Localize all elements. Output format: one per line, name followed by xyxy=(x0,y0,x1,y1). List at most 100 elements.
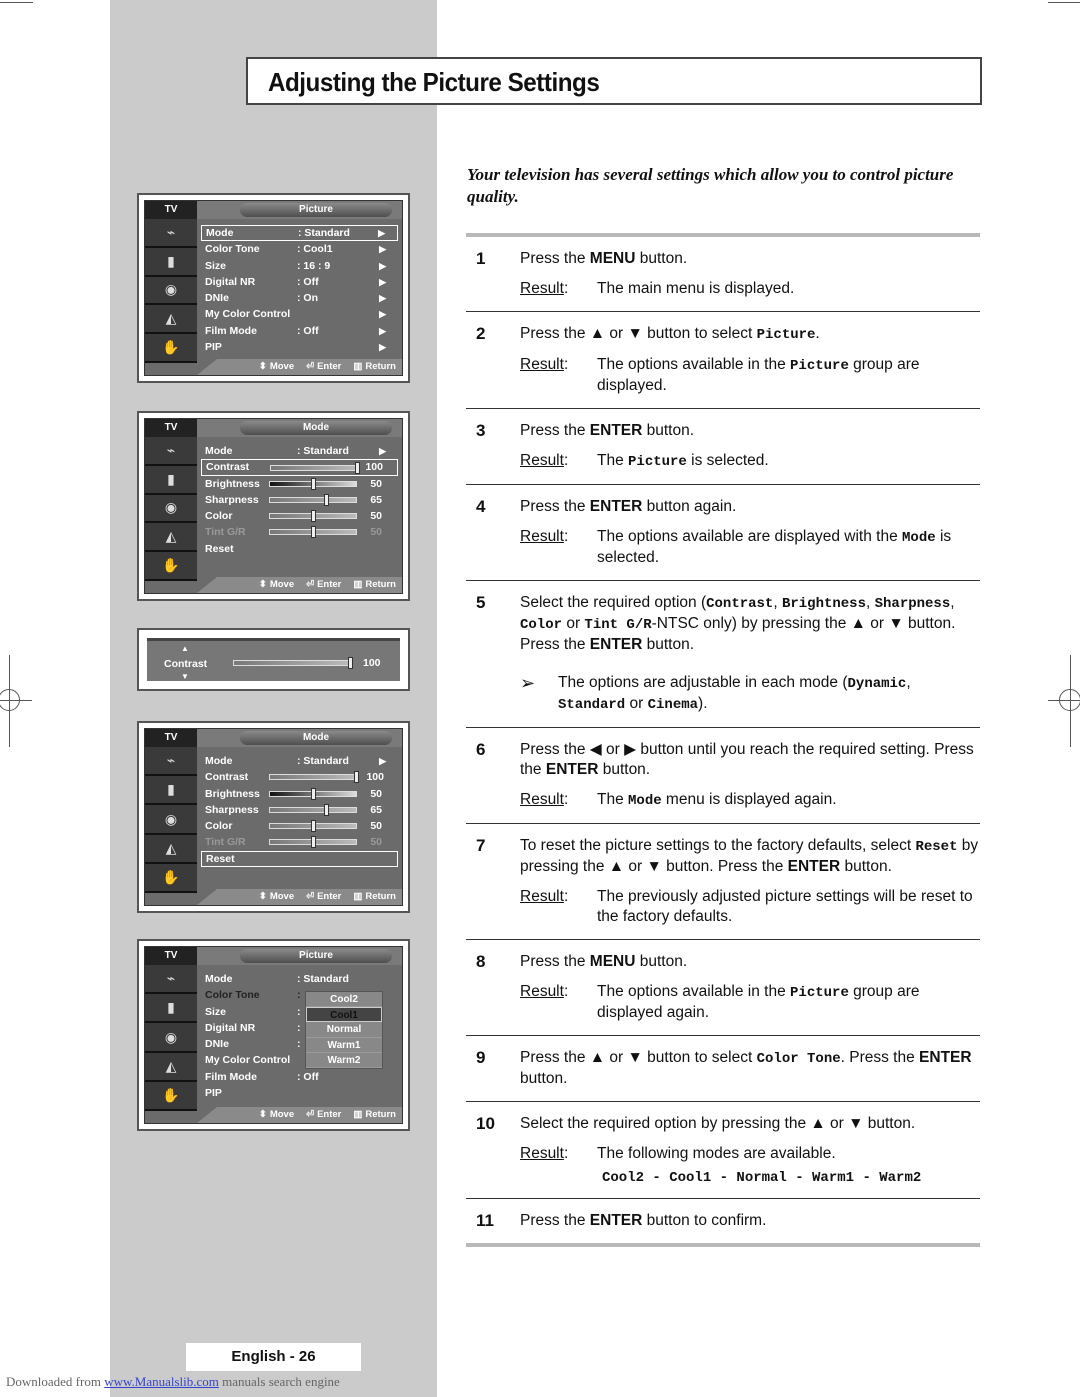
picture-icon[interactable]: ▮ xyxy=(145,994,197,1024)
step-instruction: Press the ENTER button to confirm. xyxy=(520,1212,767,1229)
slider-label: Tint G/R xyxy=(205,836,246,849)
slider-knob[interactable] xyxy=(311,787,316,800)
slider-row[interactable]: Tint G/R 50 xyxy=(201,834,398,850)
dropdown-option[interactable]: Cool2 xyxy=(306,992,382,1008)
slider-label: Contrast xyxy=(206,461,250,474)
slider-knob[interactable] xyxy=(311,836,316,849)
menu-item-reset[interactable]: Reset xyxy=(201,541,398,557)
menu-item-value: : Off xyxy=(297,324,319,337)
value-slider[interactable] xyxy=(269,477,357,490)
step-result: Result: The previously adjusted picture s… xyxy=(520,887,980,927)
step-result: Result: The main menu is displayed. xyxy=(520,279,980,299)
slider-value: 50 xyxy=(370,787,382,800)
slider-row[interactable]: Color 50 xyxy=(201,508,398,524)
menu-item-value: : On xyxy=(297,292,318,305)
menu-item[interactable]: PIP ▶ xyxy=(201,339,398,355)
slider-knob[interactable] xyxy=(323,493,329,506)
slider-knob[interactable] xyxy=(348,657,353,669)
dropdown-option[interactable]: Cool1 xyxy=(306,1007,382,1023)
menu-item[interactable]: My Color Control ▶ xyxy=(201,306,398,322)
sound-icon[interactable]: ◉ xyxy=(145,277,197,306)
slider-row[interactable]: Brightness 50 xyxy=(201,786,398,802)
menu-item[interactable]: Film Mode: Off ▶ xyxy=(201,323,398,339)
menu-item-mode[interactable]: Mode: Standard ▶ xyxy=(201,443,398,459)
menu-item[interactable]: PIP xyxy=(201,1085,398,1101)
channel-icon[interactable]: ◭ xyxy=(145,523,197,553)
slider-value: 65 xyxy=(370,803,382,816)
sound-icon[interactable]: ◉ xyxy=(145,1023,197,1053)
dropdown-option[interactable]: Warm1 xyxy=(306,1038,382,1053)
input-icon[interactable]: ⌁ xyxy=(145,437,197,466)
picture-icon[interactable]: ▮ xyxy=(145,776,197,806)
enter-icon: ⏎ xyxy=(306,891,315,902)
value-slider[interactable] xyxy=(269,526,357,539)
channel-icon[interactable]: ◭ xyxy=(145,305,197,335)
value-slider[interactable] xyxy=(269,771,359,784)
sound-icon[interactable]: ◉ xyxy=(145,805,197,835)
slider-row[interactable]: Sharpness 65 xyxy=(201,802,398,818)
setup-icon[interactable]: ✋ xyxy=(145,552,197,581)
manualslib-link[interactable]: www.Manualslib.com xyxy=(104,1374,219,1389)
channel-icon[interactable]: ◭ xyxy=(145,1053,197,1082)
value-slider[interactable] xyxy=(269,836,357,849)
slider-row[interactable]: Contrast 100 xyxy=(201,769,398,785)
setup-icon[interactable]: ✋ xyxy=(145,1082,197,1112)
value-slider[interactable] xyxy=(269,820,357,833)
value-slider[interactable] xyxy=(269,803,357,816)
result-text: The options available are displayed with… xyxy=(597,528,952,566)
menu-item[interactable]: Color Tone: Cool1 ▶ xyxy=(201,241,398,257)
input-icon[interactable]: ⌁ xyxy=(145,747,197,777)
menu-item[interactable]: Mode: Standard ▶ xyxy=(201,225,398,242)
slider-row[interactable]: Brightness 50 xyxy=(201,476,398,492)
setup-icon[interactable]: ✋ xyxy=(145,864,197,894)
slider-knob[interactable] xyxy=(311,526,316,539)
slider-row[interactable]: Contrast 100 xyxy=(201,459,398,476)
result-label: Result: xyxy=(520,528,569,545)
menu-item[interactable]: Size: 16 : 9 ▶ xyxy=(201,258,398,274)
step-result: Result: The options available in the Pict… xyxy=(520,355,980,396)
chevron-right-icon: ▶ xyxy=(379,309,386,320)
step-note: ➢ The options are adjustable in each mode… xyxy=(520,673,980,715)
slider-row[interactable]: Tint G/R 50 xyxy=(201,524,398,540)
value-slider[interactable] xyxy=(269,493,357,506)
sound-icon[interactable]: ◉ xyxy=(145,495,197,524)
setup-icon[interactable]: ✋ xyxy=(145,334,197,363)
step-item: 4 Press the ENTER button again. Result: The… xyxy=(466,485,980,581)
dropdown-option[interactable]: Normal xyxy=(306,1022,382,1038)
channel-icon[interactable]: ◭ xyxy=(145,835,197,864)
value-slider[interactable] xyxy=(269,510,357,523)
slider-knob[interactable] xyxy=(323,803,329,816)
slider-knob[interactable] xyxy=(311,477,316,490)
picture-icon[interactable]: ▮ xyxy=(145,248,197,277)
input-icon[interactable]: ⌁ xyxy=(145,219,197,248)
contrast-slider[interactable] xyxy=(233,657,353,669)
dropdown-option[interactable]: Warm2 xyxy=(306,1053,382,1068)
step-item: 2 Press the ▲ or ▼ button to select Pictu… xyxy=(466,312,980,409)
menu-item[interactable]: Film Mode: Off xyxy=(201,1069,398,1085)
enter-hint: ⏎ Enter xyxy=(306,579,342,590)
menu-item-value: : Standard xyxy=(298,227,350,239)
menu-item-label: Mode xyxy=(205,755,233,767)
menu-item-mode[interactable]: Mode: Standard ▶ xyxy=(201,753,398,769)
footer-suffix: manuals search engine xyxy=(222,1374,340,1389)
enter-icon: ⏎ xyxy=(306,579,315,590)
slider-knob[interactable] xyxy=(311,820,316,833)
return-icon: ▥ xyxy=(353,361,363,372)
slider-knob[interactable] xyxy=(355,462,360,475)
picture-icon[interactable]: ▮ xyxy=(145,466,197,495)
updown-icon: ⬍ xyxy=(258,891,267,902)
osd-menu-rows: Mode: Standard ▶ Contrast 100 Brightness 50 Sh… xyxy=(201,443,398,557)
value-slider[interactable] xyxy=(270,462,360,475)
menu-item[interactable]: Mode: Standard xyxy=(201,971,398,987)
color-tone-dropdown[interactable]: Cool2 Cool1 Normal Warm1 Warm2 xyxy=(305,991,383,1069)
slider-row[interactable]: Sharpness 65 xyxy=(201,492,398,508)
menu-item-reset[interactable]: Reset xyxy=(201,850,398,868)
value-slider[interactable] xyxy=(269,787,357,800)
slider-knob[interactable] xyxy=(311,510,316,523)
slider-row[interactable]: Color 50 xyxy=(201,818,398,834)
menu-item[interactable]: Digital NR: Off ▶ xyxy=(201,274,398,290)
input-icon[interactable]: ⌁ xyxy=(145,965,197,995)
menu-item[interactable]: DNIe: On ▶ xyxy=(201,290,398,306)
registration-mark xyxy=(0,689,20,711)
slider-knob[interactable] xyxy=(354,771,359,784)
